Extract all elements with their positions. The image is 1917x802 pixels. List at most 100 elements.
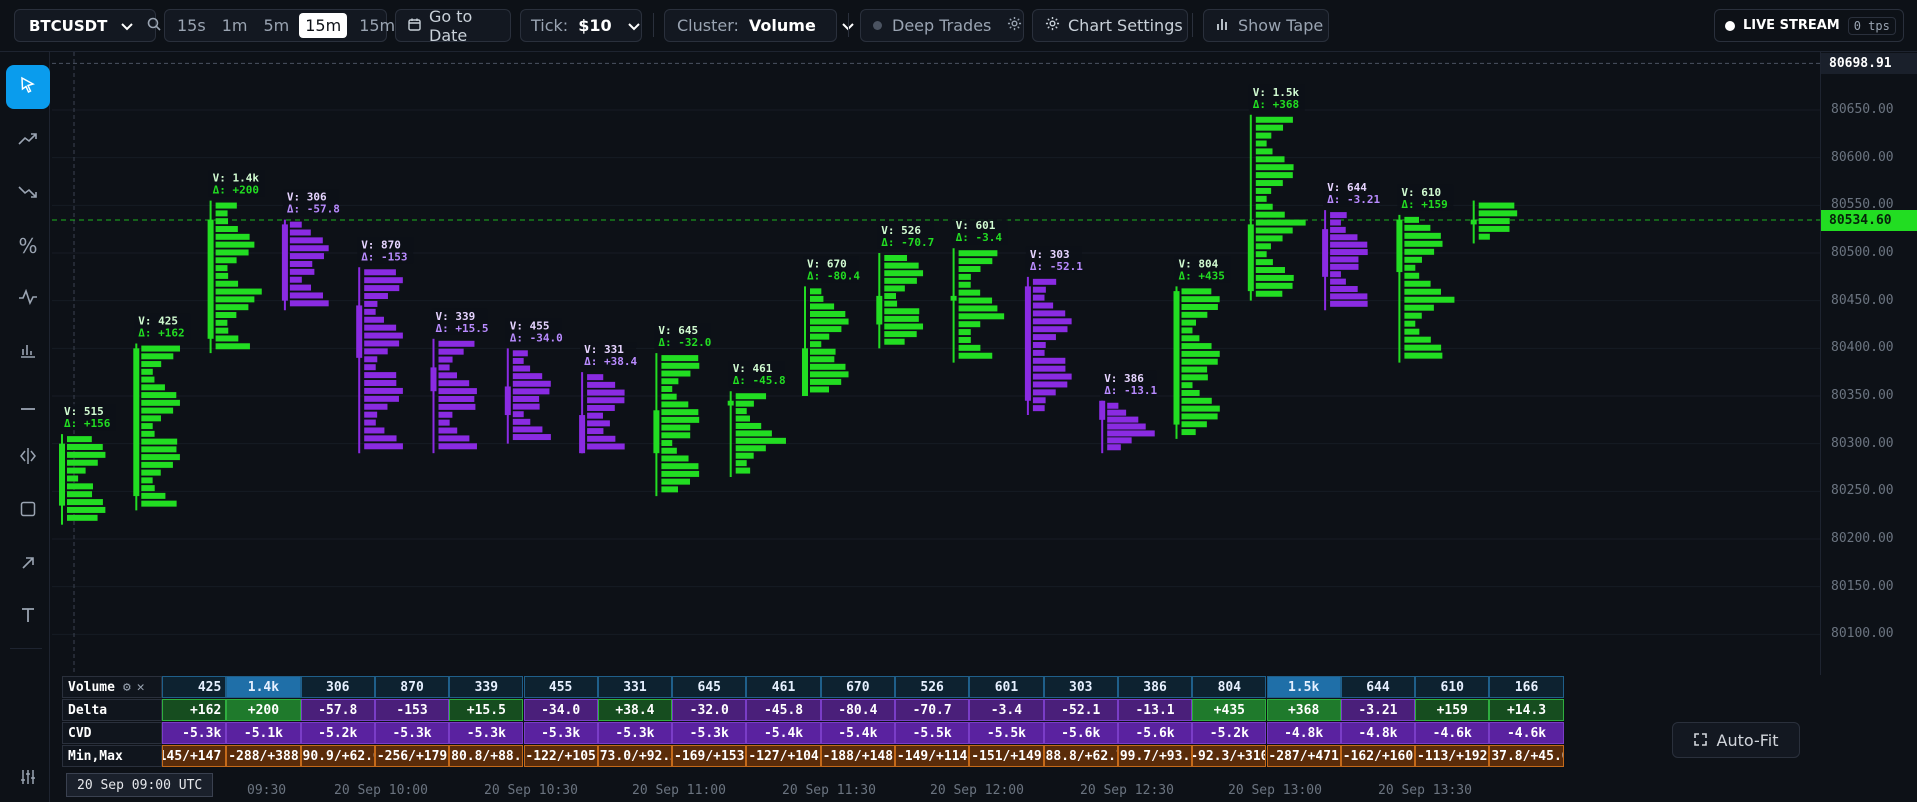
- time-axis[interactable]: 09:30 20 Sep 10:00 20 Sep 10:30 20 Sep 11:0…: [52, 778, 1820, 802]
- ray-tool[interactable]: [6, 171, 50, 215]
- rectangle-tool[interactable]: [6, 489, 50, 533]
- profile-bar: [215, 327, 229, 334]
- arrow-tool[interactable]: [6, 542, 50, 586]
- cursor-tool[interactable]: [6, 65, 50, 109]
- table-cell: -256/+179: [374, 745, 450, 767]
- table-cell: -99.7/+93.2: [1117, 745, 1193, 767]
- square-icon: [20, 501, 36, 521]
- cluster-selector[interactable]: Cluster: Volume: [664, 9, 854, 42]
- candle-body: [653, 410, 660, 454]
- profile-bar: [958, 352, 993, 359]
- table-cell: +368: [1266, 699, 1341, 721]
- profile-bar: [1032, 286, 1046, 293]
- profile-bar: [735, 430, 772, 437]
- profile-bar: [884, 323, 924, 330]
- profile-bar: [1330, 278, 1346, 285]
- profile-bar: [364, 364, 376, 371]
- table-cell: -153: [374, 699, 450, 721]
- table-cell: -3.21: [1340, 699, 1416, 721]
- table-row-label: Delta: [62, 699, 162, 721]
- profile-bar: [1255, 195, 1267, 202]
- candle-delta-label: Δ: +15.5: [436, 322, 489, 335]
- last-price-tag: 80534.60: [1821, 210, 1917, 231]
- close-icon[interactable]: ✕: [137, 680, 145, 695]
- profile-bar: [215, 257, 237, 264]
- profile-bar: [1404, 256, 1422, 263]
- auto-fit-button[interactable]: Auto-Fit: [1672, 722, 1800, 758]
- profile-bar: [1404, 352, 1443, 359]
- indicator-tool[interactable]: [6, 277, 50, 321]
- symbol-selector[interactable]: BTCUSDT: [14, 9, 161, 42]
- percent-tool[interactable]: %: [6, 224, 50, 268]
- time-label: 20 Sep 10:30: [484, 783, 578, 798]
- table-cell: 670: [820, 676, 895, 698]
- price-axis[interactable]: 80650.00 80600.00 80550.00 80500.00 80450.00…: [1820, 52, 1917, 675]
- profile-bar: [1255, 259, 1273, 266]
- profile-bar: [1255, 251, 1267, 258]
- timeframe-1m[interactable]: 1m: [216, 13, 254, 38]
- price-label: 80450.00: [1831, 292, 1894, 308]
- profile-bar: [661, 424, 691, 431]
- go-to-date-button[interactable]: Go to Date: [395, 7, 511, 45]
- table-cell: 386: [1117, 676, 1193, 698]
- profile-bar: [1032, 405, 1045, 412]
- profile-bar: [1181, 311, 1208, 318]
- profile-bar: [1255, 156, 1285, 163]
- footprint-chart[interactable]: V: 515 Δ: +156 V: 425 Δ: +162 V: 1.4k Δ: +200…: [52, 52, 1820, 675]
- profile-bar: [1330, 212, 1347, 219]
- adjustments-tool[interactable]: [6, 761, 50, 797]
- deep-trades-toggle[interactable]: Deep Trades: [860, 9, 1024, 42]
- profile-bar: [1330, 286, 1358, 293]
- profile-bar: [512, 357, 524, 364]
- footprint-candle: V: 670Δ: -80.4: [802, 256, 860, 396]
- profile-bar: [1107, 437, 1132, 444]
- table-cell: 610: [1415, 676, 1490, 698]
- profile-bar: [958, 258, 993, 265]
- table-cell: -4.8k: [1266, 722, 1341, 744]
- candle-body: [281, 224, 288, 301]
- profile-bar: [141, 454, 180, 461]
- tick-selector[interactable]: Tick: $10: [520, 9, 642, 42]
- table-cell: 339: [449, 676, 524, 698]
- profile-bar: [661, 416, 700, 423]
- volume-profile-tool[interactable]: [6, 330, 50, 374]
- time-label: 20 Sep 12:00: [930, 783, 1024, 798]
- gear-icon: [1045, 16, 1060, 35]
- profile-bar: [364, 324, 397, 331]
- footprint-candle: V: 425Δ: +162: [133, 313, 191, 511]
- profile-bar: [512, 365, 531, 372]
- profile-bar: [1255, 116, 1293, 123]
- timeframe-5m[interactable]: 5m: [257, 13, 295, 38]
- profile-bar: [289, 268, 315, 275]
- profile-bar: [735, 460, 747, 467]
- table-cell: -5.1k: [226, 722, 301, 744]
- price-label: 80150.00: [1831, 578, 1894, 594]
- live-stream-indicator: LIVE STREAM 0 tps: [1714, 9, 1904, 42]
- profile-bar: [364, 419, 376, 426]
- footprint-candle: V: 303Δ: -52.1: [1024, 246, 1083, 416]
- timeframe-15m[interactable]: 15m: [299, 13, 348, 38]
- profile-bar: [810, 326, 842, 333]
- profile-bar: [1032, 365, 1066, 372]
- search-icon[interactable]: [147, 16, 161, 35]
- timeframe-15s[interactable]: 15s: [171, 13, 212, 38]
- profile-bar: [364, 340, 400, 347]
- horizontal-line-tool[interactable]: [6, 383, 50, 427]
- profile-bar: [884, 338, 905, 345]
- gear-icon[interactable]: [1007, 16, 1022, 35]
- profile-bar: [1255, 211, 1285, 218]
- gear-icon[interactable]: ⚙: [123, 680, 131, 695]
- show-tape-button[interactable]: Show Tape: [1203, 9, 1329, 42]
- profile-bar: [958, 273, 971, 280]
- time-label: 20 Sep 11:30: [782, 783, 876, 798]
- candle-delta-label: Δ: -153: [361, 250, 407, 263]
- profile-bar: [512, 388, 550, 395]
- trendline-tool[interactable]: [6, 118, 50, 162]
- candle-delta-label: Δ: +156: [64, 417, 111, 430]
- table-cell: -73.0/+92.2: [597, 745, 673, 767]
- chart-settings-button[interactable]: Chart Settings: [1032, 9, 1188, 42]
- candle-body: [579, 415, 586, 454]
- table-cell: 306: [300, 676, 375, 698]
- text-tool[interactable]: [6, 595, 50, 639]
- measure-tool[interactable]: [6, 436, 50, 480]
